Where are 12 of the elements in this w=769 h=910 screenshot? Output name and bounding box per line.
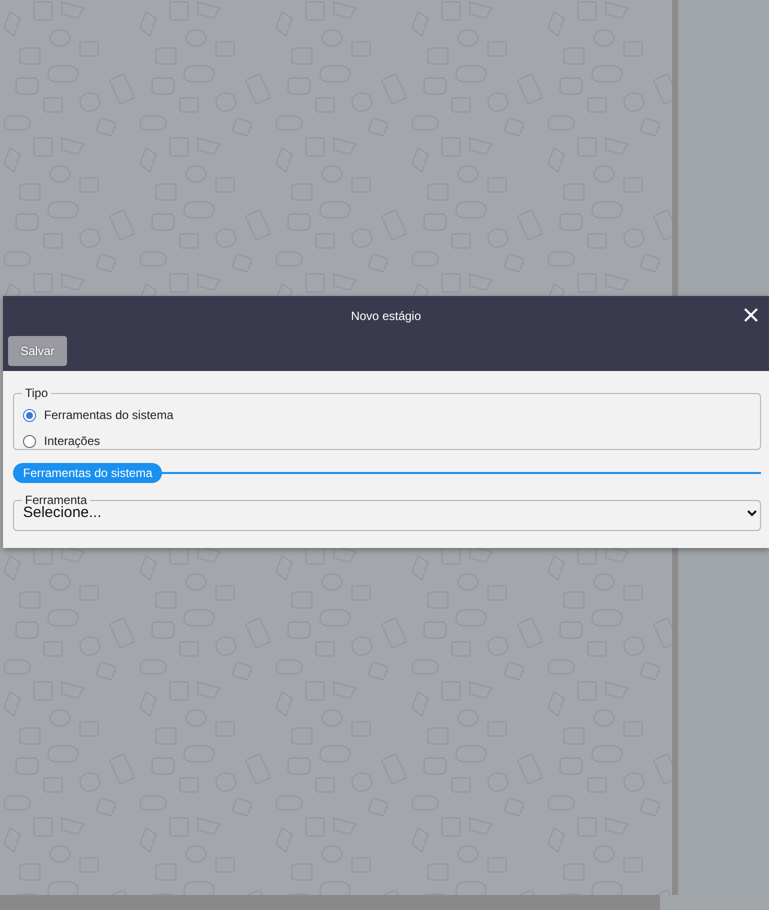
dialog-title: Novo estágio [350,309,422,323]
field-label: Ferramenta [25,493,88,507]
select-value: Selecione... [23,504,102,521]
section-title: Ferramentas do sistema [13,463,162,483]
close-icon[interactable] [743,307,759,323]
radio-button[interactable] [23,408,36,422]
radio-label[interactable]: Interações [44,434,100,448]
radio-label[interactable]: Ferramentas do sistema [44,408,174,422]
tool-select[interactable]: Ferramenta Selecione... [13,493,761,531]
scrollbar[interactable] [0,895,660,910]
group-label: Tipo [24,386,49,400]
radio-button[interactable] [23,434,36,448]
